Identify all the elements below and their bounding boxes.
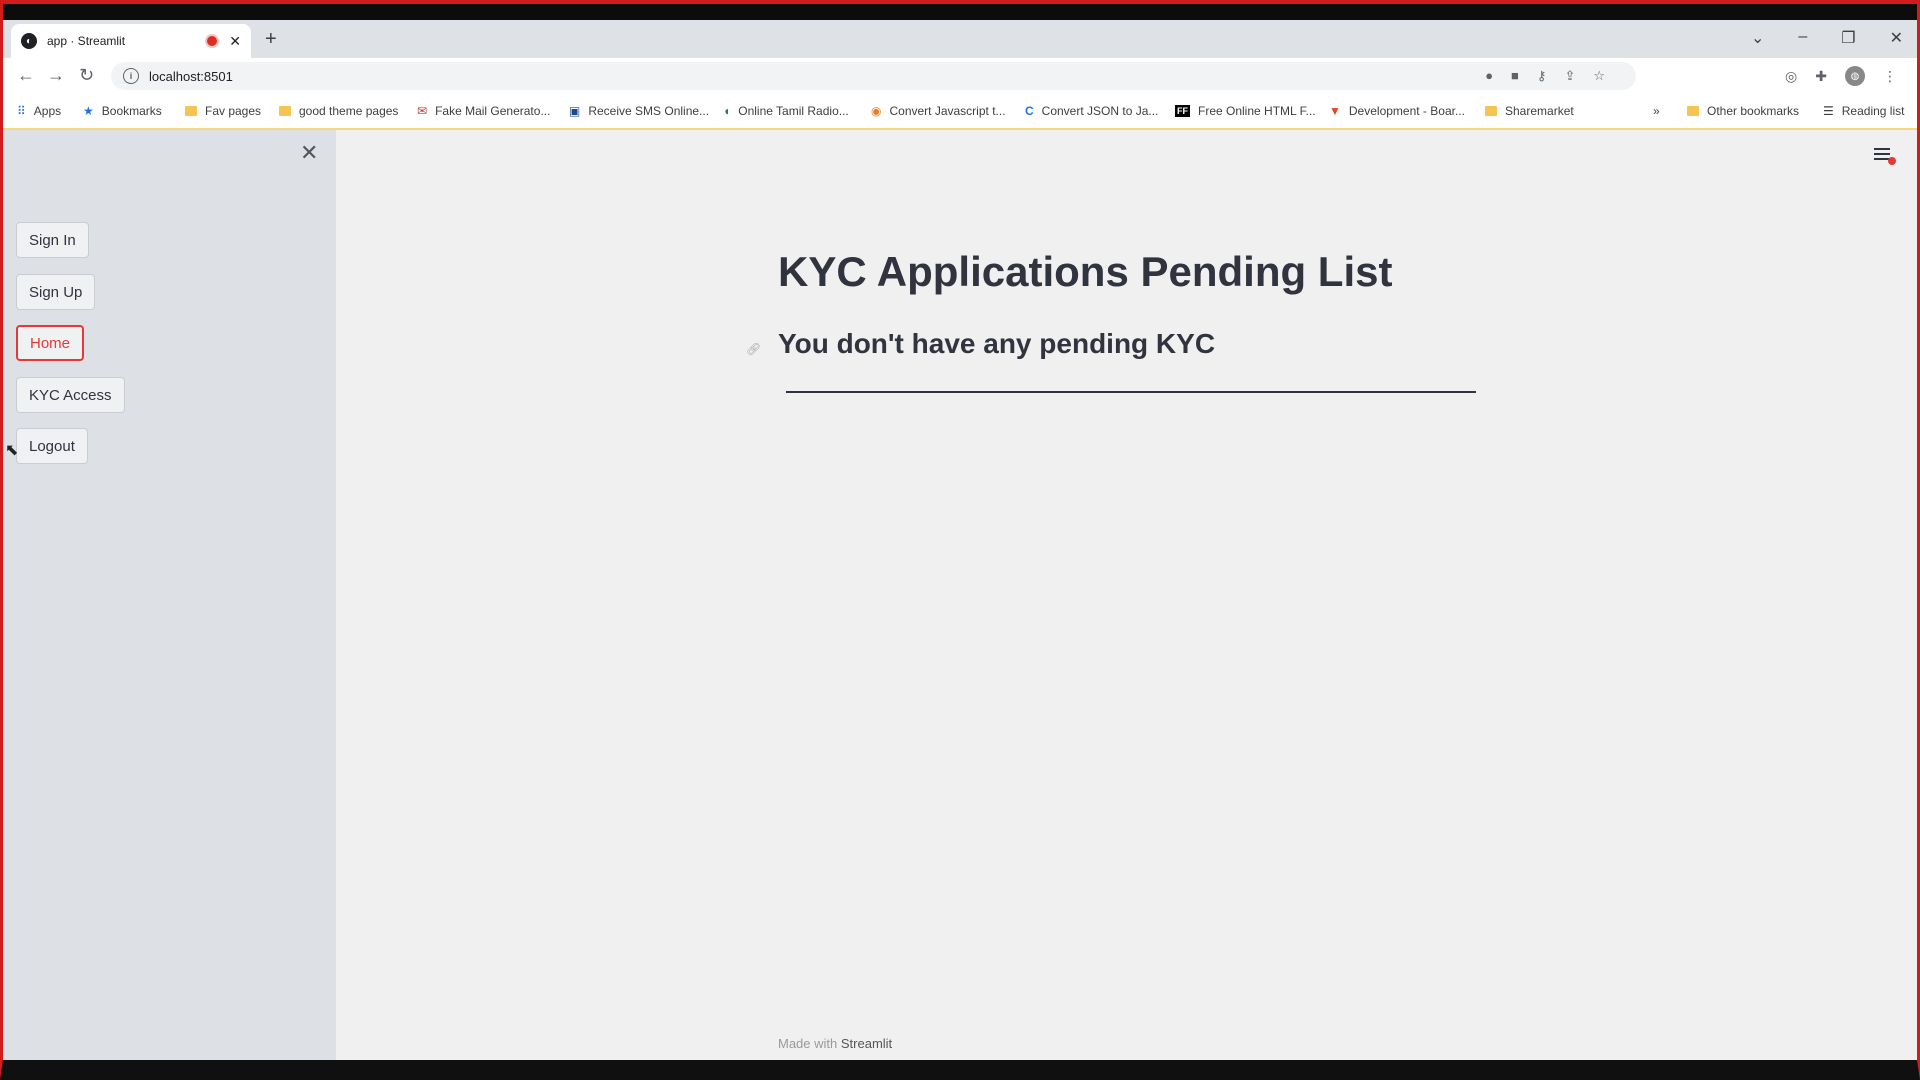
- other-bookmarks-label: Other bookmarks: [1707, 104, 1800, 118]
- streamlit-link[interactable]: Streamlit: [841, 1036, 892, 1051]
- anchor-link-icon[interactable]: 🔗︎: [746, 342, 761, 356]
- horizontal-divider: [786, 391, 1476, 393]
- sidebar: ✕ Sign In Sign Up Home KYC Access Logout…: [3, 130, 336, 1060]
- bookmark-label: Bookmarks: [101, 104, 162, 118]
- folder-icon: [1485, 106, 1497, 116]
- browser-window: ◐ app · Streamlit ✕ + ⌄ – ❐ ✕ ← → ↻ i lo…: [0, 0, 1920, 1080]
- reload-icon[interactable]: ↻: [79, 65, 94, 86]
- address-bar[interactable]: i localhost:8501: [111, 62, 1636, 90]
- bookmark-label: Convert JSON to Ja...: [1041, 104, 1159, 118]
- tab-title: app · Streamlit: [47, 34, 126, 48]
- reading-list-label: Reading list: [1841, 104, 1905, 118]
- location-icon[interactable]: ●: [1485, 68, 1493, 84]
- sidebar-close-icon[interactable]: ✕: [300, 140, 318, 166]
- mouse-cursor-icon: ⬉: [5, 442, 19, 459]
- bookmark-sharemarket[interactable]: Sharemarket: [1485, 104, 1574, 118]
- star-icon: ★: [83, 104, 94, 118]
- notification-dot-icon: [1888, 157, 1896, 165]
- camera-icon[interactable]: ■: [1511, 68, 1519, 84]
- other-bookmarks[interactable]: Other bookmarks: [1687, 104, 1799, 118]
- gitlab-icon: ▼: [1329, 104, 1341, 118]
- top-band: [3, 4, 1917, 20]
- folder-icon: [185, 106, 197, 116]
- url-text: localhost:8501: [149, 68, 233, 84]
- json-icon: C: [1025, 104, 1034, 118]
- apps-grid-icon: ⠿: [17, 104, 26, 118]
- bookmark-label: Development - Boar...: [1348, 104, 1465, 118]
- folder-icon: [1687, 106, 1699, 116]
- radio-icon: ◖: [723, 104, 731, 118]
- bookmarks-bar: ⠿ Apps ★ Bookmarks Fav pages good theme …: [3, 94, 1917, 130]
- bookmark-tamil-radio[interactable]: ◖ Online Tamil Radio...: [723, 104, 849, 118]
- share-icon[interactable]: ⇪: [1564, 68, 1575, 84]
- bookmark-label: Sharemarket: [1505, 104, 1574, 118]
- app-content: ✕ Sign In Sign Up Home KYC Access Logout…: [3, 130, 1917, 1060]
- browser-menu-icon[interactable]: ⋮: [1883, 68, 1897, 85]
- profile-avatar[interactable]: ◍: [1845, 66, 1865, 86]
- bookmark-star-icon[interactable]: ☆: [1593, 68, 1605, 84]
- tab-strip: ◐ app · Streamlit ✕ + ⌄ – ❐ ✕: [3, 20, 1917, 58]
- back-arrow-icon[interactable]: ←: [17, 65, 35, 86]
- sign-in-button[interactable]: Sign In: [16, 222, 89, 258]
- tab-close-icon[interactable]: ✕: [229, 33, 241, 50]
- recording-indicator-icon: [207, 36, 218, 46]
- overflow-chevron-icon: »: [1653, 104, 1660, 118]
- bookmark-label: Apps: [33, 104, 62, 118]
- bookmark-free-html[interactable]: FF Free Online HTML F...: [1175, 104, 1316, 118]
- html-icon: FF: [1175, 105, 1190, 117]
- key-icon[interactable]: ⚷: [1537, 68, 1547, 84]
- bookmark-apps[interactable]: ⠿ Apps: [17, 104, 61, 118]
- bookmark-development[interactable]: ▼ Development - Boar...: [1329, 104, 1465, 118]
- window-close-button[interactable]: ✕: [1890, 28, 1903, 48]
- forward-arrow-icon[interactable]: →: [47, 65, 65, 86]
- bookmark-fake-mail[interactable]: ✉ Fake Mail Generato...: [417, 104, 550, 118]
- bookmark-label: Convert Javascript t...: [889, 104, 1006, 118]
- site-info-icon[interactable]: i: [123, 68, 139, 84]
- extension-icons: ◎ ✚ ◍ ⋮: [1785, 66, 1897, 86]
- bookmark-convert-js[interactable]: ◉ Convert Javascript t...: [871, 104, 1006, 118]
- new-tab-button[interactable]: +: [265, 28, 277, 51]
- kyc-access-button[interactable]: KYC Access: [16, 377, 125, 413]
- home-button[interactable]: Home: [16, 325, 85, 361]
- bookmark-label: Fav pages: [205, 104, 262, 118]
- bookmark-label: Online Tamil Radio...: [738, 104, 849, 118]
- streamlit-favicon-icon: ◐: [21, 33, 37, 49]
- window-controls: ⌄ – ❐ ✕: [1751, 28, 1903, 48]
- page-title: KYC Applications Pending List: [778, 248, 1393, 295]
- reading-list-icon: ☰: [1823, 104, 1834, 118]
- minimize-button[interactable]: –: [1798, 28, 1807, 48]
- bookmark-good-theme-pages[interactable]: good theme pages: [279, 104, 398, 118]
- sign-up-button[interactable]: Sign Up: [16, 274, 96, 310]
- main-panel: KYC Applications Pending List 🔗︎ You don…: [336, 130, 1917, 1060]
- folder-icon: [279, 106, 291, 116]
- puzzle-extensions-icon[interactable]: ✚: [1815, 68, 1827, 85]
- extension-icon[interactable]: ◎: [1785, 68, 1797, 85]
- restore-button[interactable]: ❐: [1841, 28, 1855, 48]
- footer-prefix: Made with: [778, 1036, 838, 1051]
- footer: Made with Streamlit: [778, 1036, 892, 1051]
- bookmark-label: Receive SMS Online...: [588, 104, 710, 118]
- sms-icon: ▣: [569, 104, 581, 118]
- convert-icon: ◉: [871, 104, 882, 118]
- hamburger-menu-icon[interactable]: [1874, 148, 1896, 165]
- tab-search-icon[interactable]: ⌄: [1751, 28, 1764, 48]
- bookmark-convert-json[interactable]: C Convert JSON to Ja...: [1025, 104, 1158, 118]
- bookmark-label: good theme pages: [299, 104, 399, 118]
- bookmark-receive-sms[interactable]: ▣ Receive SMS Online...: [569, 104, 709, 118]
- bookmarks-overflow-button[interactable]: »: [1653, 104, 1660, 118]
- logout-button[interactable]: Logout: [16, 428, 88, 464]
- pending-status-heading: You don't have any pending KYC: [778, 328, 1216, 359]
- bookmark-fav-pages[interactable]: Fav pages: [185, 104, 261, 118]
- bookmark-bookmarks[interactable]: ★ Bookmarks: [83, 104, 162, 118]
- mail-icon: ✉: [417, 104, 428, 118]
- browser-tab[interactable]: ◐ app · Streamlit ✕: [11, 24, 251, 58]
- reading-list[interactable]: ☰ Reading list: [1823, 104, 1904, 118]
- bookmark-label: Free Online HTML F...: [1198, 104, 1316, 118]
- browser-toolbar: ← → ↻ i localhost:8501 ● ■ ⚷ ⇪ ☆ ◎ ✚ ◍ ⋮: [3, 58, 1917, 94]
- bookmark-label: Fake Mail Generato...: [435, 104, 551, 118]
- omnibox-icons: ● ■ ⚷ ⇪ ☆: [1485, 68, 1605, 84]
